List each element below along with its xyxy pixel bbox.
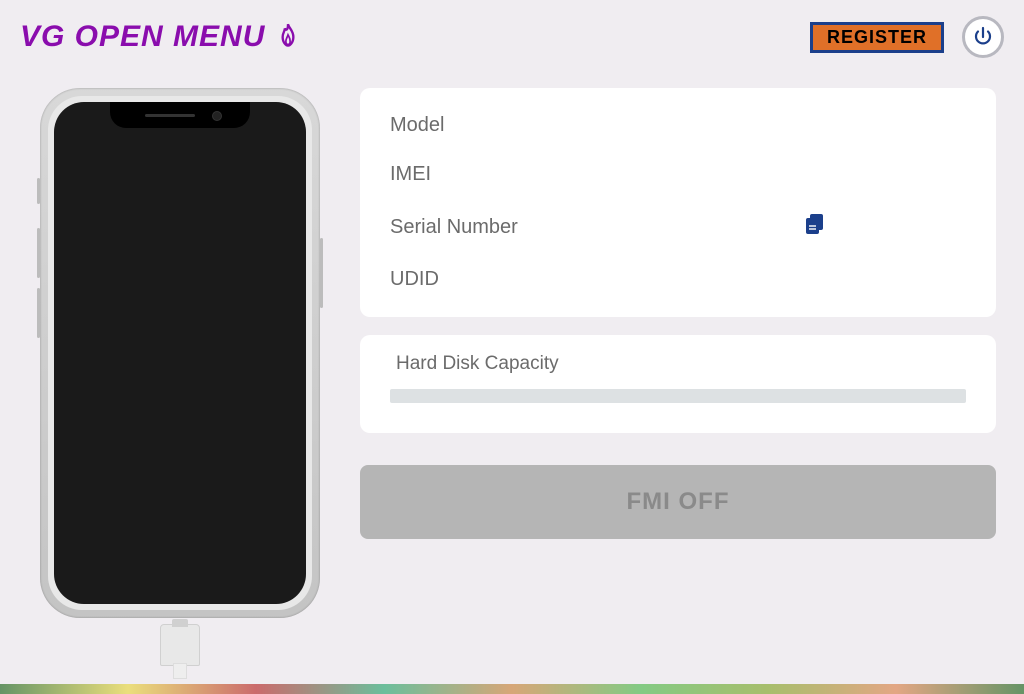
model-row: Model	[390, 114, 966, 137]
phone-illustration	[40, 88, 320, 636]
info-panels: Model IMEI Serial Number UDID	[360, 88, 996, 636]
storage-card: Hard Disk Capacity	[360, 335, 996, 433]
copy-icon[interactable]	[804, 212, 826, 242]
app-title: VG OPEN MENU	[20, 20, 301, 54]
imei-row: IMEI	[390, 163, 966, 186]
imei-label: IMEI	[390, 163, 431, 186]
lightning-connector-icon	[160, 624, 200, 666]
serial-label: Serial Number	[390, 216, 518, 239]
app-title-text: VG OPEN MENU	[20, 20, 265, 54]
storage-progress	[390, 389, 966, 403]
power-icon	[971, 25, 995, 49]
power-button[interactable]	[962, 16, 1004, 58]
device-info-card: Model IMEI Serial Number UDID	[360, 88, 996, 317]
serial-row: Serial Number	[390, 212, 966, 242]
register-button[interactable]: REGISTER	[810, 22, 944, 53]
udid-label: UDID	[390, 268, 439, 291]
fmi-off-button[interactable]: FMI OFF	[360, 465, 996, 539]
fire-icon	[275, 22, 301, 52]
model-label: Model	[390, 114, 444, 137]
main-content: Model IMEI Serial Number UDID	[0, 60, 1024, 636]
header: VG OPEN MENU REGISTER	[0, 0, 1024, 60]
storage-label: Hard Disk Capacity	[396, 353, 966, 375]
background-strip	[0, 684, 1024, 694]
udid-row: UDID	[390, 268, 966, 291]
